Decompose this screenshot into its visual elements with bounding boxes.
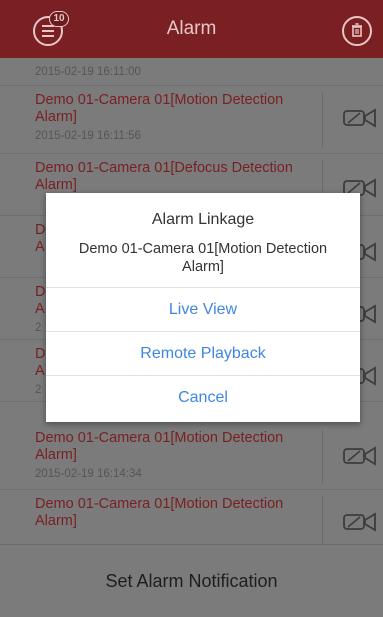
alarm-title: D A: [35, 284, 46, 317]
alarm-linkage-dialog: Alarm Linkage Demo 01-Camera 01[Motion D…: [46, 193, 360, 422]
cancel-button[interactable]: Cancel: [46, 375, 360, 423]
alarm-title: D A: [35, 346, 46, 379]
remote-playback-button[interactable]: Remote Playback: [46, 331, 360, 376]
dialog-message: Demo 01-Camera 01[Motion Detection Alarm…: [78, 241, 328, 275]
list-item[interactable]: 2015-02-19 16:11:00: [0, 58, 383, 86]
set-alarm-notification-button[interactable]: Set Alarm Notification: [0, 544, 383, 604]
alarm-time: 2015-02-19 16:14:34: [35, 468, 142, 480]
camera-icon[interactable]: [342, 444, 378, 468]
delete-button[interactable]: [342, 16, 372, 46]
alarm-time: 2015-02-19 16:11:56: [35, 130, 141, 142]
alarm-time: 2: [35, 384, 42, 396]
list-item[interactable]: Demo 01-Camera 01[Motion Detection Alarm…: [0, 490, 383, 544]
page-title: Alarm: [166, 18, 217, 39]
list-item[interactable]: Demo 01-Camera 01[Motion Detection Alarm…: [0, 86, 383, 154]
camera-icon[interactable]: [342, 106, 378, 130]
alarm-time: 2: [35, 322, 42, 334]
alarm-title: Demo 01-Camera 01[Motion Detection Alarm…: [35, 430, 284, 463]
live-view-button[interactable]: Live View: [46, 287, 360, 332]
dialog-title: Alarm Linkage: [151, 211, 255, 228]
alarm-title: Demo 01-Camera 01[Defocus Detection Alar…: [35, 160, 293, 193]
trash-icon: [352, 23, 362, 37]
header-bar: 10 Alarm: [0, 0, 383, 58]
alarm-time: 2015-02-19 16:11:00: [35, 66, 141, 78]
alarm-title: Demo 01-Camera 01[Motion Detection Alarm…: [35, 496, 284, 529]
alarm-title: D A: [35, 222, 46, 255]
camera-icon[interactable]: [342, 510, 378, 534]
list-item[interactable]: Demo 01-Camera 01[Motion Detection Alarm…: [0, 424, 383, 490]
set-alarm-notification-label: Set Alarm Notification: [105, 571, 278, 591]
alarm-title: Demo 01-Camera 01[Motion Detection Alarm…: [35, 92, 284, 125]
